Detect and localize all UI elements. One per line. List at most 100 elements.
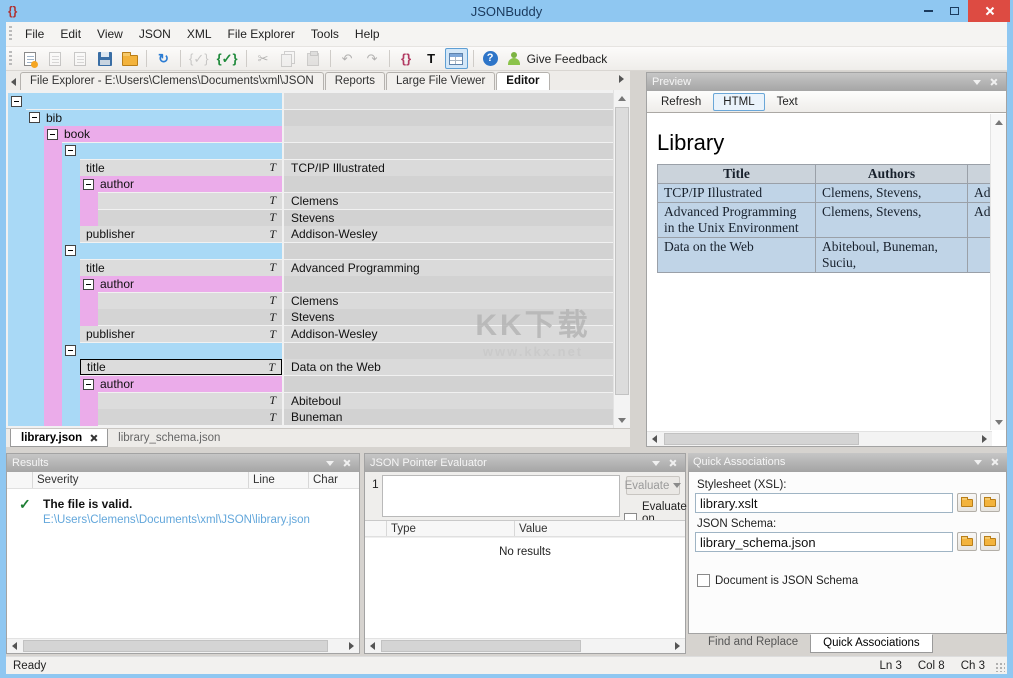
collapse-expander-icon[interactable] bbox=[65, 145, 76, 156]
tree-node-value[interactable]: Buneman bbox=[284, 409, 613, 425]
text-view-button[interactable]: T bbox=[420, 48, 443, 69]
results-horizontal-scrollbar[interactable] bbox=[7, 638, 359, 653]
tree-node-title[interactable]: titleT bbox=[80, 160, 282, 176]
panel-menu-button[interactable] bbox=[969, 75, 985, 89]
panel-close-button[interactable] bbox=[985, 75, 1001, 89]
undo-button[interactable]: ↶ bbox=[336, 48, 359, 69]
tree-row[interactable]: TAbiteboul bbox=[6, 393, 613, 409]
collapse-expander-icon[interactable] bbox=[11, 96, 22, 107]
scroll-right-button[interactable] bbox=[977, 432, 992, 446]
tree-row[interactable] bbox=[6, 343, 613, 359]
tree-node-title[interactable]: titleT bbox=[80, 359, 282, 375]
evaluator-type-column[interactable]: Type bbox=[387, 521, 515, 536]
tree-node-value[interactable] bbox=[284, 376, 613, 392]
tree-node-bib[interactable]: bib bbox=[26, 110, 282, 126]
panel-menu-button[interactable] bbox=[648, 456, 664, 470]
check-syntax-button[interactable]: {✓} bbox=[186, 48, 212, 69]
refresh-button[interactable]: Refresh bbox=[651, 93, 711, 111]
tree-row[interactable]: author bbox=[6, 376, 613, 392]
evaluate-button[interactable]: Evaluate bbox=[626, 476, 680, 495]
tree-node-value[interactable] bbox=[284, 143, 613, 159]
results-char-column[interactable]: Char bbox=[309, 472, 359, 488]
results-severity-column[interactable]: Severity bbox=[33, 472, 249, 488]
tree-row[interactable]: TClemens bbox=[6, 193, 613, 209]
tree-node-value[interactable] bbox=[284, 343, 613, 359]
tree-row[interactable]: TBuneman bbox=[6, 409, 613, 425]
menu-edit[interactable]: Edit bbox=[52, 24, 89, 44]
open-folder-button[interactable] bbox=[118, 48, 141, 69]
tree-row[interactable]: publisherTAddison-Wesley bbox=[6, 326, 613, 342]
copy-button[interactable] bbox=[277, 48, 300, 69]
tree-vertical-scrollbar[interactable] bbox=[613, 90, 630, 428]
open-stylesheet-button[interactable] bbox=[980, 493, 1000, 512]
json-tree-view[interactable]: bibbooktitleTTCP/IP IllustratedauthorTCl… bbox=[6, 90, 613, 428]
tab-file-explorer[interactable]: File Explorer - E:\Users\Clemens\Documen… bbox=[20, 72, 324, 90]
tree-row[interactable] bbox=[6, 243, 613, 259]
scroll-down-button[interactable] bbox=[614, 412, 630, 428]
tree-row[interactable]: book bbox=[6, 126, 613, 142]
tab-scroll-left[interactable] bbox=[6, 74, 20, 90]
html-view-button[interactable]: HTML bbox=[713, 93, 764, 111]
doc-tab-library-json[interactable]: library.json bbox=[10, 429, 108, 447]
collapse-expander-icon[interactable] bbox=[83, 279, 94, 290]
tree-node-value[interactable] bbox=[284, 93, 613, 109]
tab-large-file-viewer[interactable]: Large File Viewer bbox=[386, 72, 495, 90]
tree-node-publisher[interactable]: publisherT bbox=[80, 226, 282, 242]
tree-node-value[interactable] bbox=[284, 276, 613, 292]
tree-node-value[interactable]: T bbox=[98, 293, 282, 309]
scrollbar-thumb[interactable] bbox=[381, 640, 581, 652]
tree-node-value[interactable]: Clemens bbox=[284, 293, 613, 309]
tree-node-value[interactable]: Advanced Programming bbox=[284, 260, 613, 276]
document-is-schema-checkbox[interactable] bbox=[697, 574, 710, 587]
resize-grip[interactable] bbox=[995, 662, 1005, 672]
scroll-right-button[interactable] bbox=[344, 639, 359, 653]
tree-node-book[interactable]: book bbox=[44, 126, 282, 142]
help-button[interactable]: ? bbox=[479, 48, 502, 69]
tree-node-container[interactable] bbox=[62, 243, 282, 259]
schema-input[interactable] bbox=[695, 532, 953, 552]
menu-file[interactable]: File bbox=[17, 24, 52, 44]
tree-node-value[interactable] bbox=[284, 243, 613, 259]
tree-node-value[interactable]: Stevens bbox=[284, 309, 613, 325]
tree-row[interactable]: titleTData on the Web bbox=[6, 359, 613, 375]
tree-row[interactable]: TStevens bbox=[6, 309, 613, 325]
tree-row[interactable]: TClemens bbox=[6, 293, 613, 309]
tab-scroll-right[interactable] bbox=[614, 71, 628, 87]
browse-schema-button[interactable] bbox=[957, 532, 977, 551]
tab-quick-associations[interactable]: Quick Associations bbox=[810, 634, 933, 653]
menu-file-explorer[interactable]: File Explorer bbox=[220, 24, 303, 44]
close-button[interactable] bbox=[968, 0, 1010, 22]
file-path-link[interactable]: E:\Users\Clemens\Documents\xml\JSON\libr… bbox=[43, 514, 310, 526]
tree-row[interactable] bbox=[6, 93, 613, 109]
tree-node-container[interactable] bbox=[8, 93, 282, 109]
tree-row[interactable] bbox=[6, 143, 613, 159]
preview-vertical-scrollbar[interactable] bbox=[990, 114, 1006, 430]
stylesheet-input[interactable] bbox=[695, 493, 953, 513]
tree-node-author[interactable]: author bbox=[80, 376, 282, 392]
cut-button[interactable]: ✂ bbox=[252, 48, 275, 69]
collapse-expander-icon[interactable] bbox=[65, 345, 76, 356]
tree-node-value[interactable]: Stevens bbox=[284, 210, 613, 226]
tree-node-container[interactable] bbox=[62, 343, 282, 359]
minimize-button[interactable] bbox=[917, 0, 939, 22]
scroll-left-button[interactable] bbox=[365, 639, 380, 653]
tab-reports[interactable]: Reports bbox=[325, 72, 385, 90]
panel-close-button[interactable] bbox=[664, 456, 680, 470]
tree-row[interactable]: TStevens bbox=[6, 210, 613, 226]
panel-close-button[interactable] bbox=[338, 456, 354, 470]
tree-row[interactable]: titleTTCP/IP Illustrated bbox=[6, 160, 613, 176]
tree-node-author[interactable]: author bbox=[80, 276, 282, 292]
doc-tab-library-schema-json[interactable]: library_schema.json bbox=[108, 429, 230, 447]
browse-stylesheet-button[interactable] bbox=[957, 493, 977, 512]
tree-node-value[interactable]: T bbox=[98, 210, 282, 226]
tree-node-author[interactable]: author bbox=[80, 176, 282, 192]
scroll-up-button[interactable] bbox=[614, 90, 630, 106]
scroll-right-button[interactable] bbox=[670, 639, 685, 653]
scroll-left-button[interactable] bbox=[7, 639, 22, 653]
validate-button[interactable]: {✓} bbox=[214, 48, 241, 69]
scroll-down-button[interactable] bbox=[991, 414, 1007, 430]
tree-row[interactable]: titleTAdvanced Programming bbox=[6, 260, 613, 276]
evaluator-horizontal-scrollbar[interactable] bbox=[365, 638, 685, 653]
tab-find-and-replace[interactable]: Find and Replace bbox=[696, 634, 810, 653]
maximize-button[interactable] bbox=[943, 0, 965, 22]
